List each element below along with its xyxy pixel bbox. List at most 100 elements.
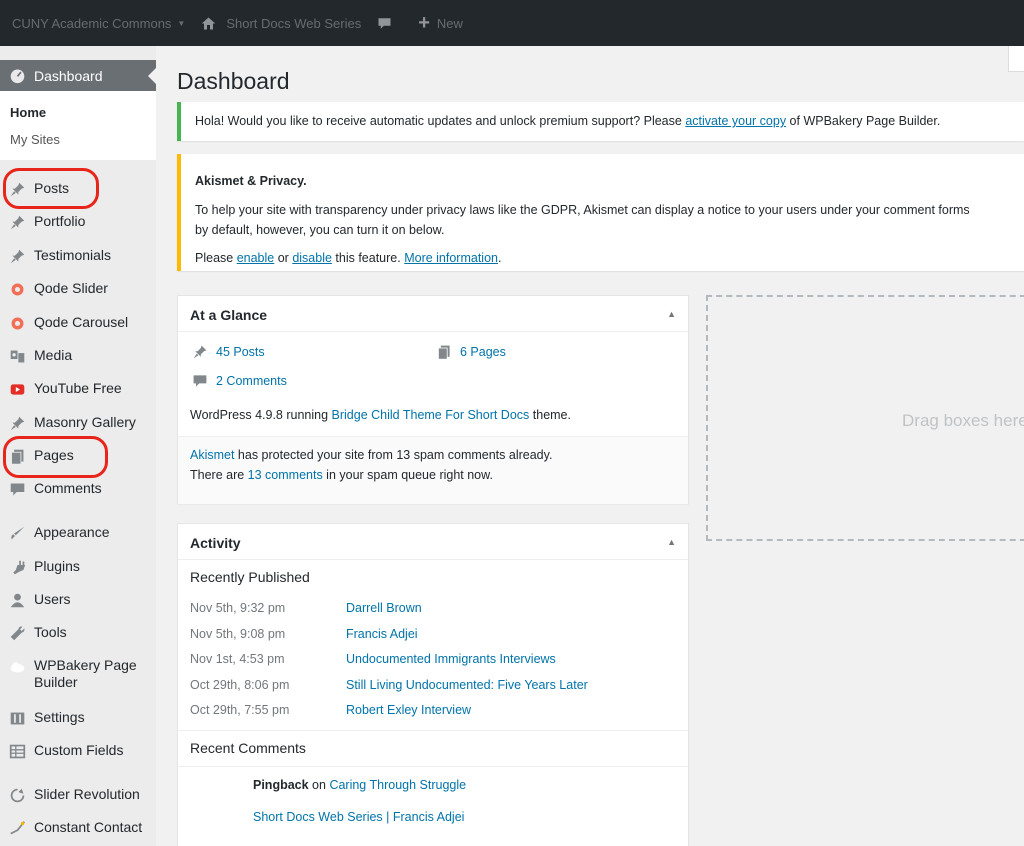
pages-count-link[interactable]: 6 Pages xyxy=(436,344,506,360)
site-name-link[interactable]: Short Docs Web Series xyxy=(193,0,369,46)
post-title-link[interactable]: Darrell Brown xyxy=(346,601,422,615)
activity-widget: Activity ▲ Recently Published Nov 5th, 9… xyxy=(177,523,689,846)
menu-item-portfolio[interactable]: Portfolio xyxy=(0,213,156,231)
menu-label-qode-slider: Qode Slider xyxy=(34,280,108,296)
new-content-link[interactable]: + New xyxy=(400,0,471,46)
akismet-link[interactable]: Akismet xyxy=(190,448,234,462)
comment-icon xyxy=(377,16,392,31)
recently-published-heading: Recently Published xyxy=(190,569,310,585)
comments-link[interactable] xyxy=(369,0,400,46)
qode-icon xyxy=(0,314,34,332)
admin-bar: CUNY Academic Commons ▼ Short Docs Web S… xyxy=(0,0,1024,46)
menu-label-constant-contact: Constant Contact xyxy=(34,819,143,835)
plus-icon: + xyxy=(418,11,430,34)
comment-author-link[interactable]: Short Docs Web Series | Francis Adjei xyxy=(253,810,464,824)
main-content: Dashboard Hola! Would you like to receiv… xyxy=(156,46,1024,846)
menu-item-settings[interactable]: Settings xyxy=(0,709,156,727)
pages-count-label: 6 Pages xyxy=(460,345,506,359)
post-date: Nov 1st, 4:53 pm xyxy=(190,652,285,666)
menu-label-settings: Settings xyxy=(34,709,85,725)
menu-item-wpbakery-page-builder[interactable]: WPBakery Page Builder xyxy=(0,657,156,691)
wp-version-label: WordPress 4.9.8 running xyxy=(190,408,332,422)
post-date: Nov 5th, 9:32 pm xyxy=(190,601,286,615)
menu-item-testimonials[interactable]: Testimonials xyxy=(0,247,156,265)
submenu-home[interactable]: Home xyxy=(10,105,46,120)
screen-options-tab[interactable] xyxy=(1008,46,1024,72)
menu-item-pages[interactable]: Pages xyxy=(0,447,156,465)
menu-item-slider-revolution[interactable]: Slider Revolution xyxy=(0,786,156,804)
menu-label-pages: Pages xyxy=(34,447,74,463)
menu-item-posts[interactable]: Posts xyxy=(0,180,156,198)
theme-link[interactable]: Bridge Child Theme For Short Docs xyxy=(332,408,530,422)
akismet-notice-line1: To help your site with transparency unde… xyxy=(195,203,970,217)
collapse-toggle-icon[interactable]: ▲ xyxy=(667,309,676,319)
drop-zone[interactable]: Drag boxes here xyxy=(706,295,1024,541)
post-title-link[interactable]: Robert Exley Interview xyxy=(346,703,471,717)
menu-item-constant-contact[interactable]: Constant Contact xyxy=(0,819,156,837)
posts-count-link[interactable]: 45 Posts xyxy=(192,344,265,360)
plug-icon xyxy=(0,558,34,576)
menu-item-dashboard[interactable]: Dashboard xyxy=(0,60,156,91)
menu-item-qode-slider[interactable]: Qode Slider xyxy=(0,280,156,298)
menu-item-users[interactable]: Users xyxy=(0,591,156,609)
spam-text: There are xyxy=(190,468,248,482)
dashboard-icon xyxy=(0,67,34,84)
post-title-link[interactable]: Undocumented Immigrants Interviews xyxy=(346,652,556,666)
pin-icon xyxy=(0,247,34,265)
site-name-label: Short Docs Web Series xyxy=(226,15,362,31)
wrench-icon xyxy=(0,624,34,642)
pages-icon xyxy=(0,447,34,465)
table-icon xyxy=(0,742,34,760)
settings-icon xyxy=(0,709,34,727)
post-title-link[interactable]: Still Living Undocumented: Five Years La… xyxy=(346,678,588,692)
site-switcher[interactable]: CUNY Academic Commons ▼ xyxy=(0,0,193,46)
disable-link[interactable]: disable xyxy=(292,251,332,265)
menu-label-tools: Tools xyxy=(34,624,67,640)
submenu-my-sites[interactable]: My Sites xyxy=(10,132,60,147)
period-text: . xyxy=(498,251,502,265)
menu-label-dashboard: Dashboard xyxy=(34,67,103,84)
pin-icon xyxy=(0,213,34,231)
user-icon xyxy=(0,591,34,609)
more-information-link[interactable]: More information xyxy=(404,251,498,265)
post-date: Oct 29th, 8:06 pm xyxy=(190,677,290,692)
activate-link[interactable]: activate your copy xyxy=(685,114,786,128)
akismet-notice-line2: by default, however, you can turn it on … xyxy=(195,223,445,237)
comment-post-link[interactable]: Caring Through Struggle xyxy=(329,778,466,792)
menu-label-wpbakery-page-builder: WPBakery Page Builder xyxy=(34,657,137,690)
menu-label-posts: Posts xyxy=(34,180,70,196)
widget-header: At a Glance ▲ xyxy=(178,296,688,332)
chevron-down-icon: ▼ xyxy=(177,18,186,28)
spam-comments-link[interactable]: 13 comments xyxy=(248,468,323,482)
post-title-link[interactable]: Francis Adjei xyxy=(346,627,418,641)
please-text: Please xyxy=(195,251,237,265)
menu-item-plugins[interactable]: Plugins xyxy=(0,558,156,576)
pin-icon xyxy=(192,344,216,360)
drop-zone-label: Drag boxes here xyxy=(902,411,1024,430)
collapse-toggle-icon[interactable]: ▲ xyxy=(667,537,676,547)
menu-label-testimonials: Testimonials xyxy=(34,247,112,263)
menu-item-appearance[interactable]: Appearance xyxy=(0,524,156,542)
brush-icon xyxy=(0,524,34,542)
comments-count-link[interactable]: 2 Comments xyxy=(192,373,287,389)
menu-item-masonry-gallery[interactable]: Masonry Gallery xyxy=(0,414,156,432)
pin-icon xyxy=(0,180,34,198)
menu-item-tools[interactable]: Tools xyxy=(0,624,156,642)
notice-text-end: of WPBakery Page Builder. xyxy=(786,114,941,128)
widget-title: At a Glance xyxy=(190,307,268,323)
menu-label-qode-carousel: Qode Carousel xyxy=(34,314,129,330)
menu-item-qode-carousel[interactable]: Qode Carousel xyxy=(0,314,156,332)
enable-link[interactable]: enable xyxy=(237,251,275,265)
home-icon xyxy=(201,16,216,31)
menu-label-users: Users xyxy=(34,591,71,607)
comments-count-label: 2 Comments xyxy=(216,374,287,388)
menu-item-media[interactable]: Media xyxy=(0,347,156,365)
menu-item-custom-fields[interactable]: Custom Fields xyxy=(0,742,156,760)
site-switcher-label: CUNY Academic Commons xyxy=(12,15,172,31)
media-icon xyxy=(0,347,34,365)
comment-icon xyxy=(192,373,216,389)
menu-item-comments[interactable]: Comments xyxy=(0,480,156,498)
akismet-text: has protected your site from 13 spam com… xyxy=(234,448,553,462)
menu-item-youtube-free[interactable]: YouTube Free xyxy=(0,380,156,398)
menu-label-media: Media xyxy=(34,347,73,363)
